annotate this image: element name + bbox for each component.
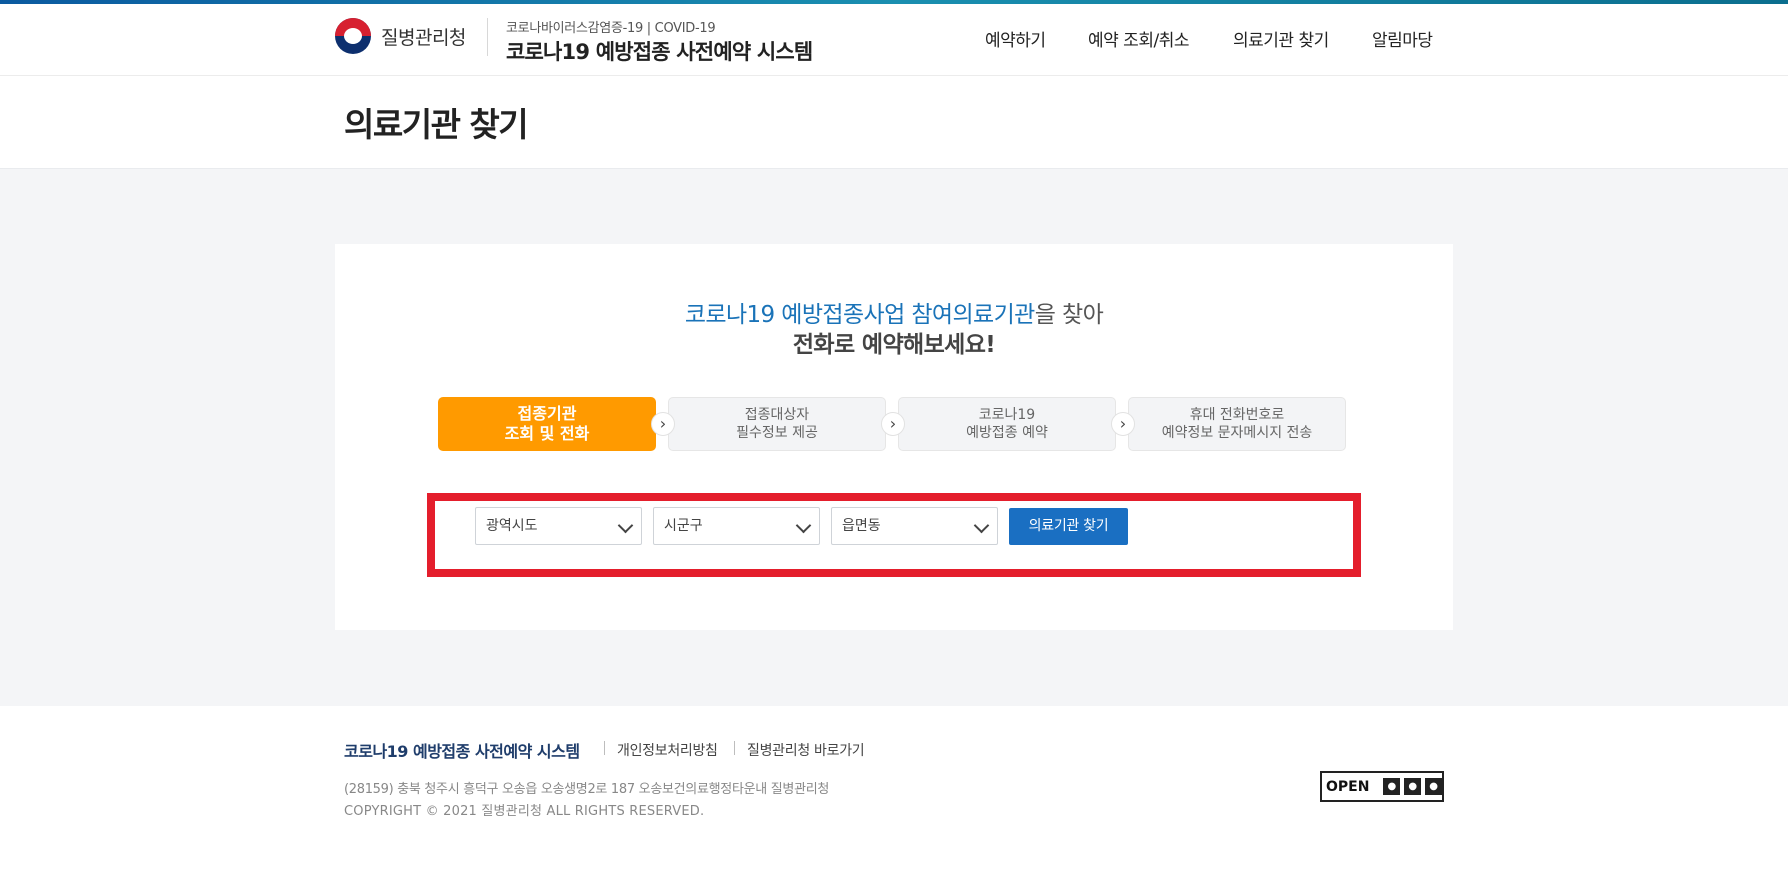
step-4-line2: 예약정보 문자메시지 전송 — [1161, 425, 1313, 441]
step-2-line2: 필수정보 제공 — [736, 425, 818, 441]
privacy-policy-link[interactable]: 개인정보처리방침 — [617, 740, 718, 760]
district-select[interactable]: 시군구 — [653, 507, 820, 545]
step-4-line1: 휴대 전화번호로 — [1189, 407, 1285, 423]
nav-notice[interactable]: 알림마당 — [1372, 26, 1433, 51]
step-2: 접종대상자필수정보 제공 — [668, 397, 886, 451]
step-2-line1: 접종대상자 — [744, 407, 810, 423]
chevron-right-icon: › — [1111, 412, 1135, 436]
kogl-open-label: OPEN — [1326, 778, 1370, 795]
content-area: 코로나19 예방접종사업 참여의료기관을 찾아 전화로 예약해보세요! 접종기관… — [0, 169, 1788, 706]
step-1-line1: 접종기관 — [517, 404, 577, 423]
town-select[interactable]: 읍면동 — [831, 507, 998, 545]
attribution-icon: ● — [1383, 778, 1401, 795]
find-institution-button[interactable]: 의료기관 찾기 — [1009, 508, 1128, 545]
footer-address: (28159) 충북 청주시 흥덕구 오송읍 오송생명2로 187 오송보건의료… — [344, 782, 830, 797]
site-header: 질병관리청 코로나바이러스감염증-19 | COVID-19 코로나19 예방접… — [0, 4, 1788, 76]
intro-part1: 코로나19 예방접종사업 — [684, 302, 912, 328]
chevron-down-icon — [795, 517, 812, 534]
page-title-band: 의료기관 찾기 — [0, 76, 1788, 169]
intro-part3: 을 찾아 — [1034, 302, 1104, 328]
step-1-line2: 조회 및 전화 — [504, 424, 590, 443]
taegeuk-emblem-icon — [335, 18, 371, 54]
noncommercial-icon: ● — [1404, 778, 1422, 795]
chevron-down-icon — [617, 517, 634, 534]
chevron-right-icon: › — [881, 412, 905, 436]
intro-headline: 코로나19 예방접종사업 참여의료기관을 찾아 전화로 예약해보세요! — [335, 300, 1453, 360]
kdca-link[interactable]: 질병관리청 바로가기 — [747, 740, 865, 760]
region-select-value: 광역시도 — [486, 518, 538, 534]
step-1: 접종기관 조회 및 전화 — [438, 397, 656, 451]
district-select-value: 시군구 — [664, 518, 703, 534]
kogl-badge: OPEN ● ● ● — [1320, 771, 1444, 802]
town-select-value: 읍면동 — [842, 518, 881, 534]
header-divider — [487, 18, 488, 56]
site-footer: 코로나19 예방접종 사전예약 시스템 개인정보처리방침 질병관리청 바로가기 … — [0, 706, 1788, 872]
step-3-line2: 예방접종 예약 — [966, 425, 1048, 441]
nav-reserve[interactable]: 예약하기 — [985, 26, 1046, 51]
footer-copyright: COPYRIGHT © 2021 질병관리청 ALL RIGHTS RESERV… — [344, 804, 705, 819]
intro-part2: 참여의료기관 — [911, 302, 1035, 328]
nav-find-institution[interactable]: 의료기관 찾기 — [1233, 26, 1329, 51]
system-title[interactable]: 코로나19 예방접종 사전예약 시스템 — [506, 36, 813, 66]
step-4: 휴대 전화번호로예약정보 문자메시지 전송 — [1128, 397, 1346, 451]
nochange-icon: ● — [1425, 778, 1443, 795]
nav-lookup-cancel[interactable]: 예약 조회/취소 — [1088, 26, 1189, 51]
kdca-logo[interactable]: 질병관리청 — [335, 18, 466, 54]
footer-divider — [604, 741, 605, 755]
footer-divider — [734, 741, 735, 755]
intro-line2: 전화로 예약해보세요! — [792, 332, 996, 358]
chevron-down-icon — [973, 517, 990, 534]
footer-title: 코로나19 예방접종 사전예약 시스템 — [344, 742, 580, 761]
chevron-right-icon: › — [651, 412, 675, 436]
page-title: 의료기관 찾기 — [344, 105, 529, 144]
logo-text: 질병관리청 — [381, 26, 466, 49]
search-card: 코로나19 예방접종사업 참여의료기관을 찾아 전화로 예약해보세요! 접종기관… — [335, 244, 1453, 630]
region-select[interactable]: 광역시도 — [475, 507, 642, 545]
step-3-line1: 코로나19 — [978, 407, 1036, 423]
step-3: 코로나19 예방접종 예약 — [898, 397, 1116, 451]
system-subtitle: 코로나바이러스감염증-19 | COVID-19 — [506, 21, 716, 36]
